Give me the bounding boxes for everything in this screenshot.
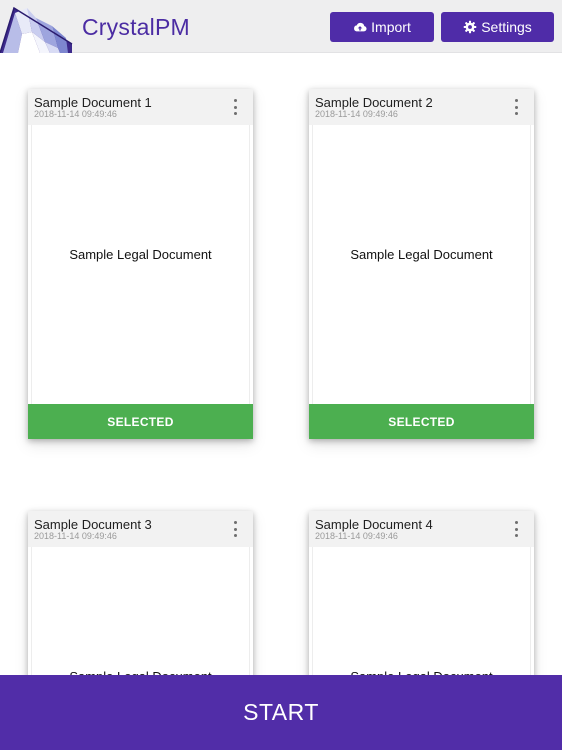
settings-label: Settings <box>481 19 532 35</box>
cloud-upload-icon <box>354 22 367 32</box>
gear-icon <box>463 20 477 34</box>
crystal-logo-icon <box>0 6 73 53</box>
more-options-icon[interactable] <box>231 521 239 537</box>
document-title: Sample Document 3 <box>34 517 152 532</box>
card-header: Sample Document 2 2018-11-14 09:49:46 <box>309 89 534 125</box>
selected-badge[interactable]: SELECTED <box>28 404 253 439</box>
document-title: Sample Document 2 <box>315 95 433 110</box>
more-options-icon[interactable] <box>512 99 520 115</box>
document-card[interactable]: Sample Document 2 2018-11-14 09:49:46 Sa… <box>309 89 534 439</box>
brand-name: CrystalPM <box>82 14 190 40</box>
document-date: 2018-11-14 09:49:46 <box>315 531 398 541</box>
document-date: 2018-11-14 09:49:46 <box>34 531 117 541</box>
preview-text: Sample Legal Document <box>69 247 212 262</box>
card-header: Sample Document 1 2018-11-14 09:49:46 <box>28 89 253 125</box>
document-date: 2018-11-14 09:49:46 <box>34 109 117 119</box>
settings-button[interactable]: Settings <box>441 12 554 42</box>
document-date: 2018-11-14 09:49:46 <box>315 109 398 119</box>
more-options-icon[interactable] <box>231 99 239 115</box>
document-card[interactable]: Sample Document 1 2018-11-14 09:49:46 Sa… <box>28 89 253 439</box>
card-header: Sample Document 3 2018-11-14 09:49:46 <box>28 511 253 547</box>
app-root: CrystalPM Import Settings Sample Documen… <box>0 0 562 750</box>
document-title: Sample Document 4 <box>315 517 433 532</box>
card-header: Sample Document 4 2018-11-14 09:49:46 <box>309 511 534 547</box>
selected-badge[interactable]: SELECTED <box>309 404 534 439</box>
preview-text: Sample Legal Document <box>350 247 493 262</box>
start-button[interactable]: START <box>0 675 562 750</box>
document-preview[interactable]: Sample Legal Document <box>312 125 531 404</box>
import-button[interactable]: Import <box>330 12 434 42</box>
app-header: CrystalPM Import Settings <box>0 0 562 53</box>
document-title: Sample Document 1 <box>34 95 152 110</box>
more-options-icon[interactable] <box>512 521 520 537</box>
document-preview[interactable]: Sample Legal Document <box>31 125 250 404</box>
import-label: Import <box>371 19 411 35</box>
